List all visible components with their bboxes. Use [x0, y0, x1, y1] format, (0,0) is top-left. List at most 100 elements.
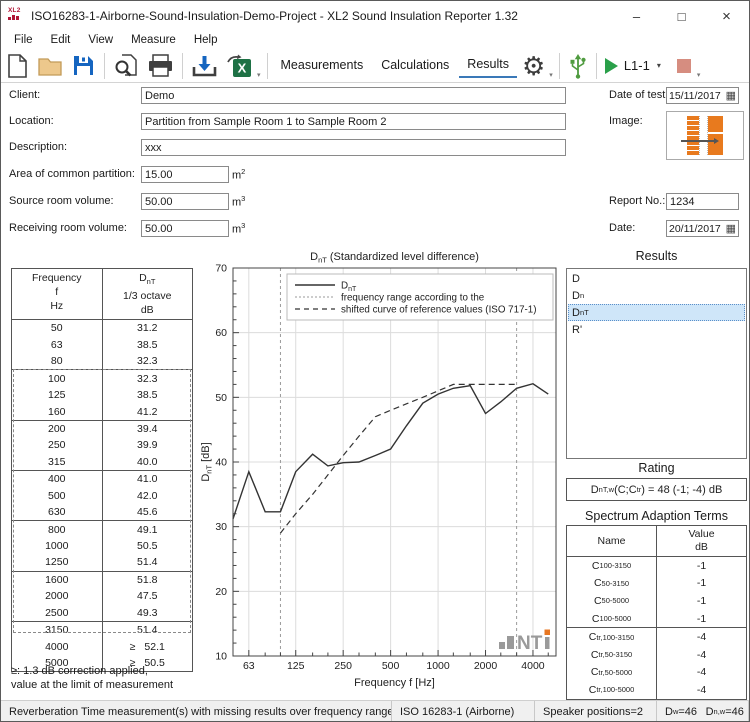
svg-text:shifted curve of reference val: shifted curve of reference values (ISO 7…	[341, 305, 537, 316]
table-row: 25039.9	[12, 437, 192, 453]
new-document-button[interactable]	[2, 51, 32, 81]
save-button[interactable]	[68, 51, 99, 81]
svg-text:30: 30	[215, 521, 227, 533]
print-preview-button[interactable]	[110, 51, 142, 81]
table-row: 125051.4	[12, 554, 192, 570]
date-field[interactable]: ▦	[666, 220, 739, 237]
status-section-2: Speaker positions=2	[535, 701, 657, 722]
tab-calculations[interactable]: Calculations	[373, 54, 457, 77]
svg-text:20: 20	[215, 586, 227, 598]
calendar-icon[interactable]: ▦	[726, 91, 738, 101]
location-input[interactable]	[141, 113, 566, 130]
table-row: 5031.2	[12, 320, 192, 336]
receiving-volume-input[interactable]	[141, 220, 229, 237]
device-dropdown-icon[interactable]: ▾	[657, 61, 661, 70]
menu-item-file[interactable]: File	[5, 34, 42, 46]
area-label: Area of common partition:	[9, 168, 135, 180]
menu-item-measure[interactable]: Measure	[122, 34, 185, 46]
settings-overflow-icon[interactable]: ▾	[549, 71, 553, 79]
svg-text:250: 250	[334, 660, 352, 672]
partition-image[interactable]	[666, 111, 744, 160]
menu-bar: FileEditViewMeasureHelp	[1, 31, 750, 49]
svg-text:1000: 1000	[426, 660, 450, 672]
dnt-chart: 1020304050607063125250500100020004000DnT…	[199, 249, 563, 702]
frequency-header-cell: FrequencyfHz	[12, 269, 103, 319]
table-row: 160051.8	[12, 571, 192, 588]
view-tabs: MeasurementsCalculationsResults	[272, 53, 518, 78]
tab-results[interactable]: Results	[459, 53, 517, 78]
tab-measurements[interactable]: Measurements	[273, 54, 372, 77]
svg-text:50: 50	[215, 392, 227, 404]
svg-text:60: 60	[215, 327, 227, 339]
area-input[interactable]	[141, 166, 229, 183]
table-row: 80049.1	[12, 520, 192, 537]
svg-text:500: 500	[382, 660, 400, 672]
run-overflow-icon[interactable]: ▾	[697, 71, 701, 79]
report-no-input[interactable]	[666, 193, 739, 210]
open-project-button[interactable]	[34, 51, 66, 81]
client-label: Client:	[9, 89, 40, 101]
printer-icon	[147, 53, 174, 78]
spectrum-row: C50-5000-1	[567, 592, 746, 610]
results-title: Results	[566, 249, 747, 263]
import-measurement-button[interactable]	[188, 51, 221, 81]
print-button[interactable]	[144, 51, 177, 81]
calendar-icon[interactable]: ▦	[726, 224, 738, 234]
menu-item-view[interactable]: View	[79, 34, 122, 46]
spectrum-adaption-table: Name ValuedB C100-3150-1C50-3150-1C50-50…	[566, 525, 747, 700]
table-row: 200047.5	[12, 588, 192, 604]
date-input[interactable]	[667, 223, 726, 235]
usb-device-button[interactable]	[565, 51, 591, 81]
date-of-test-field[interactable]: ▦	[666, 87, 739, 104]
excel-export-button[interactable]: X	[223, 51, 256, 81]
result-item[interactable]: D	[568, 270, 745, 287]
status-section-1: ISO 16283-1 (Airborne)	[392, 701, 535, 722]
image-label: Image:	[609, 115, 643, 127]
table-row: 12538.5	[12, 387, 192, 403]
result-item[interactable]: Dn	[568, 287, 745, 304]
svg-text:X: X	[238, 60, 247, 75]
table-row: 6338.5	[12, 337, 192, 353]
menu-item-help[interactable]: Help	[185, 34, 227, 46]
spectrum-title: Spectrum Adaption Terms	[566, 509, 747, 523]
device-selector[interactable]: L1-1	[624, 58, 650, 73]
dnt-header-cell: DnT1/3 octavedB	[103, 269, 193, 319]
svg-text:63: 63	[243, 660, 255, 672]
minimize-button[interactable]: –	[614, 1, 659, 31]
correction-footnote: ≥: 1.3 dB correction applied, value at t…	[11, 664, 173, 692]
svg-text:Frequency f [Hz]: Frequency f [Hz]	[354, 677, 435, 689]
stop-record-icon[interactable]	[677, 59, 691, 73]
toolbar-overflow-icon[interactable]: ▾	[257, 71, 261, 79]
spectrum-row: Ctr,50-5000-4	[567, 664, 746, 682]
play-icon[interactable]	[605, 58, 618, 74]
description-input[interactable]	[141, 139, 566, 156]
spectrum-row: Ctr,50-3150-4	[567, 646, 746, 664]
source-volume-input[interactable]	[141, 193, 229, 210]
result-item[interactable]: R'	[568, 321, 745, 338]
area-unit: m2	[232, 167, 245, 182]
date-of-test-input[interactable]	[667, 90, 726, 102]
client-input[interactable]	[141, 87, 566, 104]
save-floppy-icon	[71, 53, 96, 78]
spectrum-table-rows: C100-3150-1C50-3150-1C50-5000-1C100-5000…	[567, 557, 746, 699]
svg-text:10: 10	[215, 651, 227, 663]
frequency-table-rows: 5031.26338.58032.310032.312538.516041.22…	[12, 320, 192, 671]
title-bar: XL2 ISO16283-1-Airborne-Sound-Insulation…	[1, 1, 749, 31]
maximize-button[interactable]: □	[659, 1, 704, 31]
usb-icon	[568, 53, 588, 79]
app-window: XL2 ISO16283-1-Airborne-Sound-Insulation…	[0, 0, 750, 722]
table-row: 315051.4	[12, 621, 192, 638]
svg-text:NT: NT	[517, 633, 543, 654]
new-document-icon	[5, 53, 29, 79]
date-label: Date:	[609, 222, 635, 234]
settings-button[interactable]: ⚙	[519, 51, 548, 81]
spectrum-row: C100-3150-1	[567, 557, 746, 575]
svg-text:40: 40	[215, 457, 227, 469]
close-button[interactable]: ×	[704, 1, 749, 31]
table-row: 50042.0	[12, 487, 192, 503]
description-label: Description:	[9, 141, 67, 153]
spectrum-row: C100-5000-1	[567, 610, 746, 628]
menu-item-edit[interactable]: Edit	[42, 34, 80, 46]
status-section-0: Reverberation Time measurement(s) with m…	[1, 701, 392, 722]
result-item[interactable]: DnT	[568, 304, 745, 321]
